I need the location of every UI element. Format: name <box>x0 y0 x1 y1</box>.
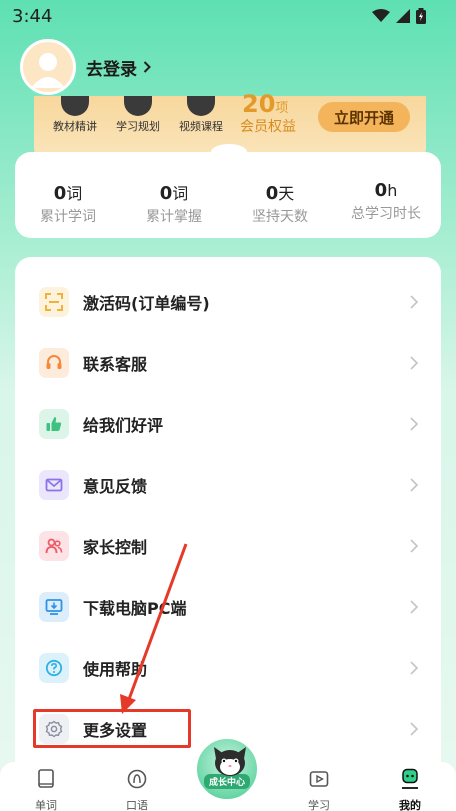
stat-value: 0 <box>374 180 388 201</box>
menu-item-parental-control[interactable]: 家长控制 <box>15 516 441 576</box>
download-monitor-icon <box>39 592 69 622</box>
textbook-icon <box>61 96 89 116</box>
status-time: 3:44 <box>12 6 53 27</box>
avatar[interactable] <box>20 39 76 95</box>
feature-textbook[interactable]: 教材精讲 <box>40 96 110 134</box>
nav-label: 我的 <box>399 799 421 811</box>
feature-label: 学习规划 <box>116 120 160 133</box>
battery-icon <box>416 8 426 24</box>
stat-unit: 天 <box>278 184 295 203</box>
stat-unit: h <box>387 181 398 200</box>
stat-words-learned: 0词 累计学词 <box>15 180 121 226</box>
menu-item-activation-code[interactable]: 激活码(订单编号) <box>15 272 441 332</box>
speech-icon <box>127 769 147 789</box>
chevron-right-icon <box>410 356 419 370</box>
nav-label: 口语 <box>126 799 148 811</box>
growth-center-button[interactable]: 成长中心 <box>194 736 260 802</box>
nav-label: 学习 <box>308 799 330 811</box>
status-icons <box>372 8 426 24</box>
stats-card: 0词 累计学词 0词 累计掌握 0天 坚持天数 0h 总学习时长 <box>15 144 441 238</box>
stat-value: 0 <box>53 183 67 204</box>
stat-unit: 词 <box>66 184 83 203</box>
benefit-label: 会员权益 <box>240 119 296 135</box>
headset-icon <box>39 348 69 378</box>
menu-item-label: 意见反馈 <box>83 477 148 496</box>
profile-header[interactable]: 去登录 <box>20 38 151 96</box>
feature-study-plan[interactable]: 学习规划 <box>103 96 173 134</box>
stat-words-mastered: 0词 累计掌握 <box>121 180 227 226</box>
cat-mascot-icon <box>214 747 246 776</box>
nav-tab-words[interactable]: 单词 <box>16 768 76 811</box>
menu-item-label: 下载电脑PC端 <box>83 599 187 618</box>
stat-label: 累计掌握 <box>146 209 202 225</box>
menu-card: 激活码(订单编号) 联系客服 给我们好评 意见反馈 家长控制 下载电脑PC端 使… <box>15 257 441 777</box>
feature-video-course[interactable]: 视频课程 <box>166 96 236 134</box>
menu-item-label: 使用帮助 <box>83 660 148 679</box>
study-plan-icon <box>124 96 152 116</box>
wifi-icon <box>372 9 390 22</box>
nav-tab-study[interactable]: 学习 <box>289 768 349 811</box>
stat-value: 0 <box>159 183 173 204</box>
benefit-count-value: 20 <box>242 90 276 118</box>
stat-value: 0 <box>265 183 279 204</box>
parents-icon <box>39 531 69 561</box>
video-icon <box>309 771 329 787</box>
menu-item-label: 给我们好评 <box>83 416 164 435</box>
menu-item-feedback[interactable]: 意见反馈 <box>15 455 441 515</box>
book-icon <box>38 769 54 788</box>
menu-item-label: 家长控制 <box>83 538 148 557</box>
stat-label: 总学习时长 <box>351 206 421 222</box>
feedback-mail-icon <box>39 470 69 500</box>
chevron-right-icon <box>410 417 419 431</box>
annotation-highlight-box <box>33 709 191 748</box>
nav-tab-speaking[interactable]: 口语 <box>107 768 167 811</box>
stat-label: 坚持天数 <box>252 209 308 225</box>
signal-icon <box>396 9 410 23</box>
stat-total-time: 0h 总学习时长 <box>333 180 439 223</box>
menu-item-download-pc[interactable]: 下载电脑PC端 <box>15 577 441 637</box>
menu-item-customer-service[interactable]: 联系客服 <box>15 333 441 393</box>
chevron-right-icon <box>410 295 419 309</box>
video-course-icon <box>187 96 215 116</box>
menu-item-help[interactable]: 使用帮助 <box>15 638 441 698</box>
chevron-right-icon <box>410 539 419 553</box>
chevron-right-icon <box>410 600 419 614</box>
stat-streak-days: 0天 坚持天数 <box>227 180 333 226</box>
profile-icon <box>402 768 418 789</box>
chevron-right-icon <box>143 61 151 73</box>
menu-item-rate-us[interactable]: 给我们好评 <box>15 394 441 454</box>
feature-label: 教材精讲 <box>53 120 97 133</box>
menu-item-label: 激活码(订单编号) <box>83 294 210 313</box>
nav-label: 单词 <box>35 799 57 811</box>
open-membership-button[interactable]: 立即开通 <box>318 102 410 132</box>
scan-code-icon <box>39 287 69 317</box>
login-link[interactable]: 去登录 <box>86 55 151 80</box>
chevron-right-icon <box>410 478 419 492</box>
chevron-right-icon <box>410 722 419 736</box>
login-label: 去登录 <box>86 59 137 80</box>
chevron-right-icon <box>410 661 419 675</box>
menu-item-label: 联系客服 <box>83 355 148 374</box>
benefit-count: 20项 <box>242 90 288 118</box>
stat-label: 累计学词 <box>40 209 96 225</box>
feature-label: 视频课程 <box>179 120 223 133</box>
benefit-count-unit: 项 <box>275 101 289 116</box>
thumbs-up-icon <box>39 409 69 439</box>
stat-unit: 词 <box>172 184 189 203</box>
help-icon <box>39 653 69 683</box>
nav-tab-mine[interactable]: 我的 <box>380 768 440 811</box>
default-avatar-icon <box>31 53 65 88</box>
status-bar: 3:44 <box>0 0 456 32</box>
